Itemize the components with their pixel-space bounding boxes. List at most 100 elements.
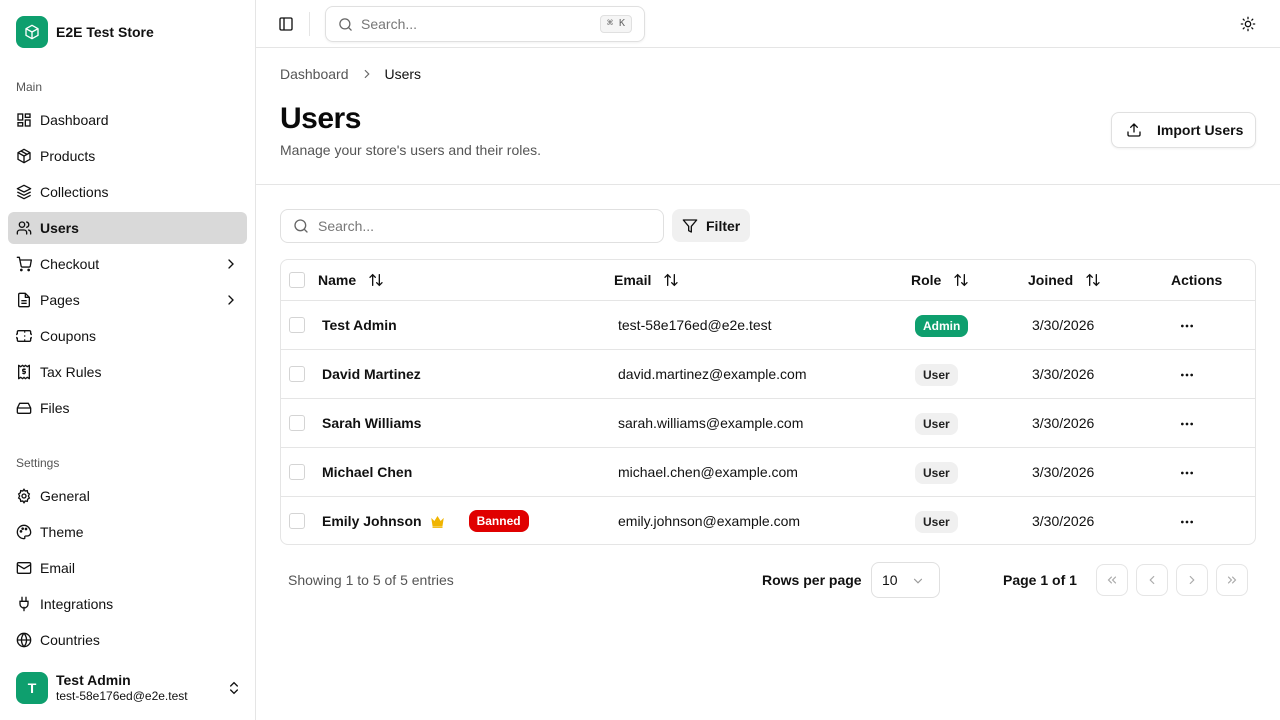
sidebar-item-coupons[interactable]: Coupons xyxy=(8,320,247,352)
rows-per-page-select[interactable]: 10 xyxy=(871,562,940,598)
table-row[interactable]: Test Admin test-58e176ed@e2e.test Admin … xyxy=(281,301,1255,350)
previous-page-button[interactable] xyxy=(1136,564,1168,596)
gear-icon xyxy=(17,488,31,504)
role-badge: User xyxy=(915,511,958,533)
first-page-button[interactable] xyxy=(1096,564,1128,596)
search-icon xyxy=(294,219,308,233)
sidebar-item-label: Pages xyxy=(40,292,80,308)
sidebar-item-checkout[interactable]: Checkout xyxy=(8,248,247,280)
column-header-name[interactable]: Name xyxy=(318,272,384,288)
page-title: Users xyxy=(280,102,361,135)
table-row[interactable]: Emily Johnson Banned emily.johnson@examp… xyxy=(281,497,1255,544)
chevron-right-icon xyxy=(1189,575,1195,585)
settings-section-label: Settings xyxy=(16,456,60,470)
main-section-label: Main xyxy=(16,80,43,94)
sun-icon[interactable] xyxy=(1240,16,1256,32)
sidebar-item-general[interactable]: General xyxy=(8,480,247,512)
more-horizontal-icon[interactable] xyxy=(1177,367,1197,383)
users-table: Name Email Role Joined Actions Test Admi… xyxy=(280,259,1256,545)
more-horizontal-icon[interactable] xyxy=(1177,416,1197,432)
sidebar-item-label: Products xyxy=(40,148,96,164)
sidebar-item-label: Collections xyxy=(40,184,109,200)
globe-icon xyxy=(16,632,32,648)
row-checkbox[interactable] xyxy=(289,464,305,480)
ticket-icon xyxy=(16,330,32,342)
global-search-input[interactable]: Search... ⌘ K xyxy=(325,6,645,42)
sidebar-item-dashboard[interactable]: Dashboard xyxy=(8,104,247,136)
package-icon xyxy=(17,148,31,164)
import-users-button[interactable]: Import Users xyxy=(1111,112,1256,148)
mail-icon xyxy=(16,562,32,574)
store-name: E2E Test Store xyxy=(56,24,154,40)
sidebar-item-pages[interactable]: Pages xyxy=(8,284,247,316)
sidebar-item-products[interactable]: Products xyxy=(8,140,247,172)
layers-icon xyxy=(16,184,32,200)
table-row[interactable]: Michael Chen michael.chen@example.com Us… xyxy=(281,448,1255,497)
table-row[interactable]: David Martinez david.martinez@example.co… xyxy=(281,350,1255,399)
user-name: Michael Chen xyxy=(322,464,413,480)
topbar: Search... ⌘ K xyxy=(256,0,1280,48)
column-header-actions: Actions xyxy=(1171,272,1222,288)
breadcrumb-dashboard[interactable]: Dashboard xyxy=(280,66,349,82)
column-label: Name xyxy=(318,272,357,288)
import-users-label: Import Users xyxy=(1157,122,1244,138)
column-header-email[interactable]: Email xyxy=(614,272,679,288)
sidebar-toggle-icon[interactable] xyxy=(278,16,294,32)
sidebar-item-tax-rules[interactable]: Tax Rules xyxy=(8,356,247,388)
user-email-cell: sarah.williams@example.com xyxy=(618,415,804,431)
column-header-joined[interactable]: Joined xyxy=(1028,272,1101,288)
next-page-button[interactable] xyxy=(1176,564,1208,596)
table-search-input[interactable]: Search... xyxy=(280,209,664,243)
last-page-button[interactable] xyxy=(1216,564,1248,596)
more-horizontal-icon[interactable] xyxy=(1177,465,1197,481)
sidebar-item-email[interactable]: Email xyxy=(8,552,247,584)
page-subtitle: Manage your store's users and their role… xyxy=(280,142,542,158)
store-logo-icon xyxy=(16,16,48,48)
more-horizontal-icon[interactable] xyxy=(1177,318,1197,334)
user-name: Emily Johnson xyxy=(322,513,422,529)
banned-badge: Banned xyxy=(468,510,529,532)
search-icon xyxy=(339,17,352,31)
select-all-checkbox[interactable] xyxy=(289,272,305,288)
dashboard-icon xyxy=(17,113,31,127)
upload-icon xyxy=(1127,123,1141,137)
filter-button[interactable]: Filter xyxy=(672,209,750,242)
sidebar-item-label: Files xyxy=(40,400,70,416)
store-brand[interactable]: E2E Test Store xyxy=(16,16,154,48)
user-menu[interactable]: T Test Admin test-58e176ed@e2e.test xyxy=(16,672,242,704)
users-icon xyxy=(16,221,32,235)
chevrons-right-icon xyxy=(1227,576,1237,584)
row-checkbox[interactable] xyxy=(289,366,305,382)
row-checkbox[interactable] xyxy=(289,317,305,333)
topbar-divider xyxy=(309,12,310,36)
sidebar: E2E Test Store Main Dashboard Products C… xyxy=(0,0,256,720)
sort-icon xyxy=(369,273,383,287)
page-info: Page 1 of 1 xyxy=(1003,572,1077,588)
joined-date-cell: 3/30/2026 xyxy=(1032,415,1095,431)
row-checkbox[interactable] xyxy=(289,415,305,431)
sidebar-item-users[interactable]: Users xyxy=(8,212,247,244)
header-divider xyxy=(256,184,1280,185)
column-header-role[interactable]: Role xyxy=(911,272,969,288)
sort-icon xyxy=(954,273,969,287)
table-search-placeholder: Search... xyxy=(318,218,375,234)
sidebar-item-collections[interactable]: Collections xyxy=(8,176,247,208)
sidebar-item-theme[interactable]: Theme xyxy=(8,516,247,548)
sidebar-item-label: Coupons xyxy=(40,328,97,344)
user-name: Test Admin xyxy=(322,317,397,333)
sidebar-item-countries[interactable]: Countries xyxy=(8,624,247,656)
more-horizontal-icon[interactable] xyxy=(1177,514,1197,530)
sort-icon xyxy=(664,273,679,287)
joined-date-cell: 3/30/2026 xyxy=(1032,366,1095,382)
sidebar-item-integrations[interactable]: Integrations xyxy=(8,588,247,620)
table-row[interactable]: Sarah Williams sarah.williams@example.co… xyxy=(281,399,1255,448)
sidebar-item-files[interactable]: Files xyxy=(8,392,247,424)
row-checkbox[interactable] xyxy=(289,513,305,529)
breadcrumb-current: Users xyxy=(384,66,422,82)
entries-summary: Showing 1 to 5 of 5 entries xyxy=(288,572,454,588)
role-badge: User xyxy=(915,462,958,484)
joined-date-cell: 3/30/2026 xyxy=(1032,464,1095,480)
user-name-cell: Sarah Williams xyxy=(322,415,421,431)
joined-date-cell: 3/30/2026 xyxy=(1032,513,1095,529)
user-name: David Martinez xyxy=(322,366,421,382)
